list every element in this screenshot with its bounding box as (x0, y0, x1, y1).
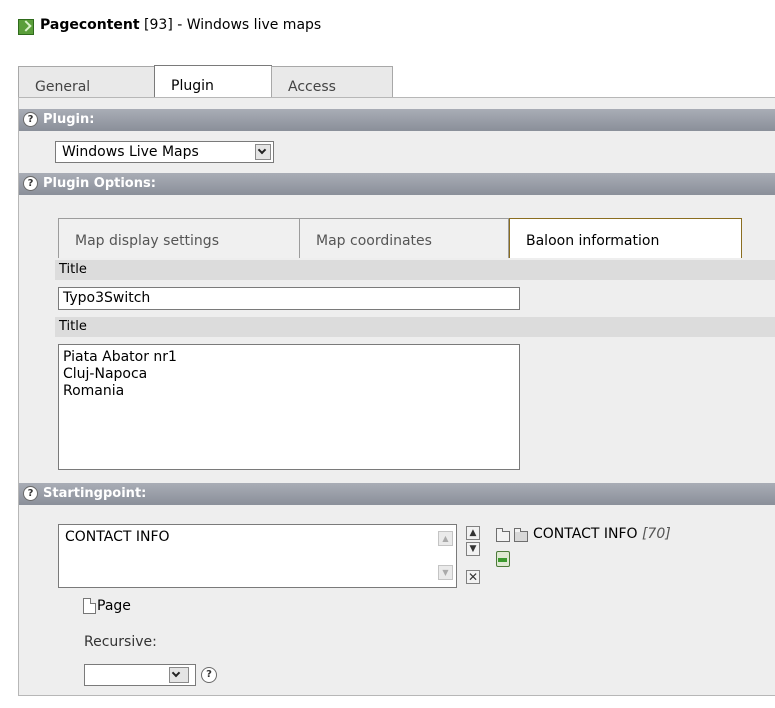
startingpoint-list[interactable]: CONTACT INFO ▲ ▼ (58, 524, 457, 588)
section-startingpoint-label: Startingpoint: (43, 486, 147, 501)
scroll-down-icon[interactable]: ▼ (438, 565, 453, 580)
chevron-down-icon[interactable] (169, 667, 189, 683)
help-icon[interactable]: ? (23, 112, 38, 127)
recursive-label: Recursive: (84, 634, 157, 650)
move-down-button[interactable]: ▼ (466, 542, 480, 556)
baloon-textarea[interactable]: Piata Abator nr1 Cluj-Napoca Romania (58, 344, 520, 470)
tab-baloon-information[interactable]: Baloon information (509, 218, 742, 258)
recursive-select[interactable] (84, 664, 196, 686)
plugin-select-value: Windows Live Maps (62, 144, 199, 160)
tab-map-coordinates[interactable]: Map coordinates (299, 218, 509, 258)
help-icon[interactable]: ? (201, 667, 217, 683)
title-input[interactable]: Typo3Switch (58, 287, 520, 310)
page-type-label: Page (97, 598, 131, 614)
page-content-icon (18, 19, 34, 35)
section-startingpoint: ? Startingpoint: (19, 483, 775, 505)
page-title: Pagecontent [93] - Windows live maps (40, 17, 321, 33)
move-up-button[interactable]: ▲ (466, 526, 480, 540)
page-icon (83, 598, 96, 614)
list-item[interactable]: CONTACT INFO (65, 529, 170, 545)
section-plugin: ? Plugin: (19, 109, 775, 131)
chevron-down-icon[interactable] (255, 144, 271, 160)
selected-record-label: CONTACT INFO (533, 526, 638, 542)
remove-button[interactable]: ✕ (466, 570, 480, 584)
field-label-title: Title (55, 260, 775, 280)
section-plugin-options: ? Plugin Options: (19, 173, 775, 195)
selected-record-id: [70] (641, 526, 671, 542)
scroll-up-icon[interactable]: ▲ (438, 531, 453, 546)
page-title-rest: [93] - Windows live maps (139, 17, 322, 33)
plugin-select[interactable]: Windows Live Maps (55, 141, 274, 163)
clipboard-icon[interactable] (496, 551, 510, 567)
field-label-text: Title (55, 317, 775, 337)
tab-plugin[interactable]: Plugin (154, 65, 272, 97)
selected-record: CONTACT INFO [70] (533, 526, 671, 542)
tab-map-display-settings[interactable]: Map display settings (58, 218, 300, 258)
help-icon[interactable]: ? (23, 176, 38, 191)
tab-access[interactable]: Access (271, 66, 393, 97)
section-plugin-label: Plugin: (43, 112, 95, 127)
help-icon[interactable]: ? (23, 486, 38, 501)
tab-general[interactable]: General (18, 66, 155, 97)
section-plugin-options-label: Plugin Options: (43, 176, 156, 191)
folder-icon[interactable] (514, 528, 528, 542)
folder-icon[interactable] (496, 528, 510, 542)
page-title-bold: Pagecontent (40, 17, 140, 33)
